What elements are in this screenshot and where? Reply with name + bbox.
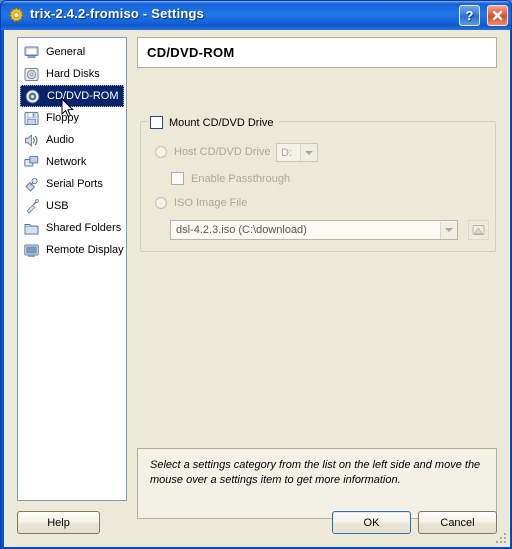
help-button[interactable]: Help	[17, 511, 100, 534]
enable-passthrough-checkbox[interactable]: Enable Passthrough	[171, 172, 290, 185]
window-title: trix-2.4.2-fromiso - Settings	[30, 6, 205, 21]
sidebar-item-audio[interactable]: Audio	[20, 129, 124, 151]
sidebar-item-label: General	[46, 45, 86, 58]
iso-image-select[interactable]: dsl-4.2.3.iso (C:\download)	[170, 220, 458, 240]
sidebar-item-label: Serial Ports	[46, 177, 103, 190]
checkbox-box[interactable]	[150, 116, 163, 129]
folder-browse-icon[interactable]	[468, 220, 489, 240]
usb-plug-icon	[26, 198, 39, 214]
network-icon	[24, 155, 39, 166]
page-title: CD/DVD-ROM	[137, 37, 497, 68]
hard-disk-icon	[24, 67, 39, 81]
sidebar-item-floppy[interactable]: Floppy	[20, 107, 124, 129]
floppy-disk-icon	[24, 111, 39, 125]
sidebar-item-hard-disks[interactable]: Hard Disks	[20, 63, 124, 85]
sidebar-item-label: Floppy	[46, 111, 80, 124]
radio-circle[interactable]	[155, 146, 167, 158]
serial-port-icon	[25, 177, 38, 192]
sidebar-item-label: Remote Display	[46, 243, 124, 256]
info-text: Select a settings category from the list…	[150, 459, 481, 486]
radio-label: Host CD/DVD Drive	[174, 146, 271, 158]
settings-window: trix-2.4.2-fromiso - Settings ? General	[0, 0, 512, 549]
chevron-down-icon[interactable]	[300, 144, 317, 161]
sidebar-item-label: CD/DVD-ROM	[47, 89, 119, 102]
sidebar-item-cd-dvd-rom[interactable]: CD/DVD-ROM	[20, 85, 124, 107]
sidebar-item-label: Network	[46, 155, 87, 168]
sidebar-item-label: USB	[46, 199, 69, 212]
title-bar[interactable]: trix-2.4.2-fromiso - Settings ?	[1, 1, 511, 30]
cd-rom-icon	[25, 89, 40, 103]
sidebar-item-shared-folders[interactable]: Shared Folders	[20, 217, 124, 239]
folder-icon	[24, 223, 39, 235]
sidebar-item-general[interactable]: General	[20, 41, 124, 63]
host-drive-select[interactable]: D:	[276, 143, 318, 162]
ok-button[interactable]: OK	[332, 511, 411, 534]
page-title-text: CD/DVD-ROM	[147, 45, 235, 60]
client-area: General Hard Disks CD/DVD-ROM Floppy Aud…	[4, 30, 510, 547]
radio-label: ISO Image File	[174, 197, 248, 209]
checkbox-box[interactable]	[171, 172, 184, 185]
gear-icon	[9, 7, 24, 22]
checkbox-label: Mount CD/DVD Drive	[169, 116, 274, 129]
host-cd-dvd-drive-radio[interactable]: Host CD/DVD Drive	[155, 146, 271, 158]
radio-circle[interactable]	[155, 197, 167, 209]
titlebar-help-button[interactable]: ?	[459, 5, 480, 26]
sidebar-item-usb[interactable]: USB	[20, 195, 124, 217]
checkbox-label: Enable Passthrough	[191, 172, 291, 185]
sidebar-item-label: Audio	[46, 133, 75, 146]
chevron-down-icon[interactable]	[440, 221, 457, 239]
resize-grip[interactable]	[494, 531, 508, 545]
sidebar-item-serial-ports[interactable]: Serial Ports	[20, 173, 124, 195]
speaker-icon	[25, 133, 38, 147]
settings-category-list[interactable]: General Hard Disks CD/DVD-ROM Floppy Aud…	[17, 37, 127, 501]
cancel-button[interactable]: Cancel	[418, 511, 497, 534]
iso-image-file-radio[interactable]: ISO Image File	[155, 197, 247, 209]
mount-cd-dvd-drive-checkbox[interactable]: Mount CD/DVD Drive	[148, 115, 279, 130]
info-panel: Select a settings category from the list…	[137, 448, 497, 519]
sidebar-item-network[interactable]: Network	[20, 151, 124, 173]
sidebar-item-remote-display[interactable]: Remote Display	[20, 239, 124, 261]
sidebar-item-label: Hard Disks	[46, 67, 100, 80]
remote-display-icon	[24, 244, 39, 257]
monitor-icon	[24, 46, 39, 58]
close-icon[interactable]	[487, 5, 508, 26]
iso-image-value: dsl-4.2.3.iso (C:\download)	[176, 224, 307, 236]
sidebar-item-label: Shared Folders	[46, 221, 122, 234]
host-drive-value: D:	[281, 146, 292, 159]
titlebar-highlight	[1, 1, 511, 4]
